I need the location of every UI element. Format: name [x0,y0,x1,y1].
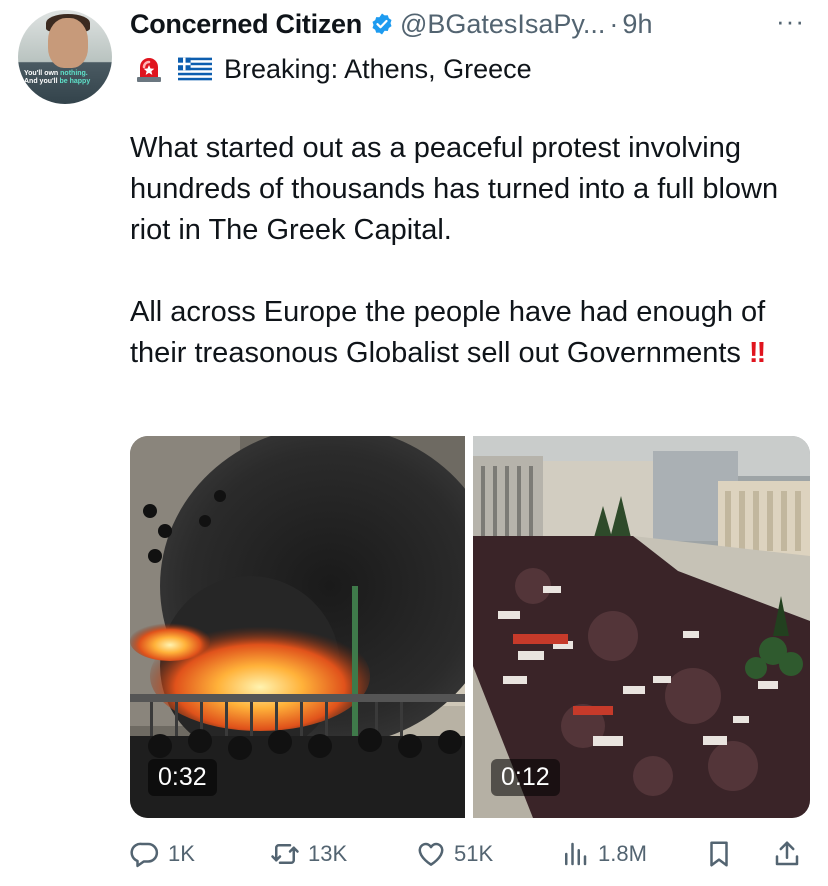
author-avatar[interactable]: You'll own nothing. And you'll be happy [18,10,112,104]
video-riot-fire[interactable]: 0:32 [130,436,465,818]
headline-text: Breaking: Athens, Greece [224,53,532,84]
police-siren-icon [137,58,161,82]
tweet-paragraph-2-text: All across Europe the people have had en… [130,296,766,369]
reply-count: 1K [168,841,195,866]
author-handle[interactable]: @BGatesIsaPy... [400,9,605,40]
heart-icon [418,842,444,866]
tweet-media-grid: 0:32 0:12 [130,436,810,818]
view-count: 1.8M [598,841,647,866]
reply-icon [130,842,159,868]
tweet-paragraph-2: All across Europe the people have had en… [130,292,800,374]
more-options-icon[interactable]: ··· [776,6,805,37]
tweet-action-bar: 1K 13K 51K 1.8M [130,834,810,874]
video-crowd-square[interactable]: 0:12 [473,436,810,818]
double-exclamation-emoji: !! [748,337,766,369]
headline-line: Breaking: Athens, Greece [134,50,532,88]
header-separator: · [609,8,619,39]
tweet-body: What started out as a peaceful protest i… [130,128,800,374]
avatar-caption-highlight-1: nothing. [60,70,88,77]
greece-flag-icon [178,57,212,81]
share-button[interactable] [772,834,802,874]
avatar-caption-text-2: And you'll [24,78,60,85]
avatar-face [48,18,88,68]
avatar-caption-text-1: You'll own [24,70,61,77]
video-duration-badge: 0:12 [491,759,560,796]
like-button[interactable]: 51K [416,834,493,874]
bookmark-icon [710,841,728,867]
repost-count: 13K [308,841,348,866]
share-icon [775,841,799,866]
tweet-header: Concerned Citizen @BGatesIsaPy... · 9h [130,6,652,42]
repost-button[interactable]: 13K [270,834,347,874]
author-name[interactable]: Concerned Citizen [130,9,362,40]
like-count: 51K [454,841,494,866]
repost-icon [271,844,299,864]
avatar-caption: You'll own nothing. And you'll be happy [24,70,108,86]
tweet-paragraph-1: What started out as a peaceful protest i… [130,132,779,246]
views-button[interactable]: 1.8M [560,834,647,874]
avatar-caption-highlight-2: be happy [59,78,91,85]
verified-badge-icon [372,13,392,35]
bookmark-button[interactable] [704,834,734,874]
reply-button[interactable]: 1K [130,834,195,874]
views-chart-icon [565,842,587,866]
tweet-timestamp[interactable]: 9h [622,9,652,40]
video-duration-badge: 0:32 [148,759,217,796]
